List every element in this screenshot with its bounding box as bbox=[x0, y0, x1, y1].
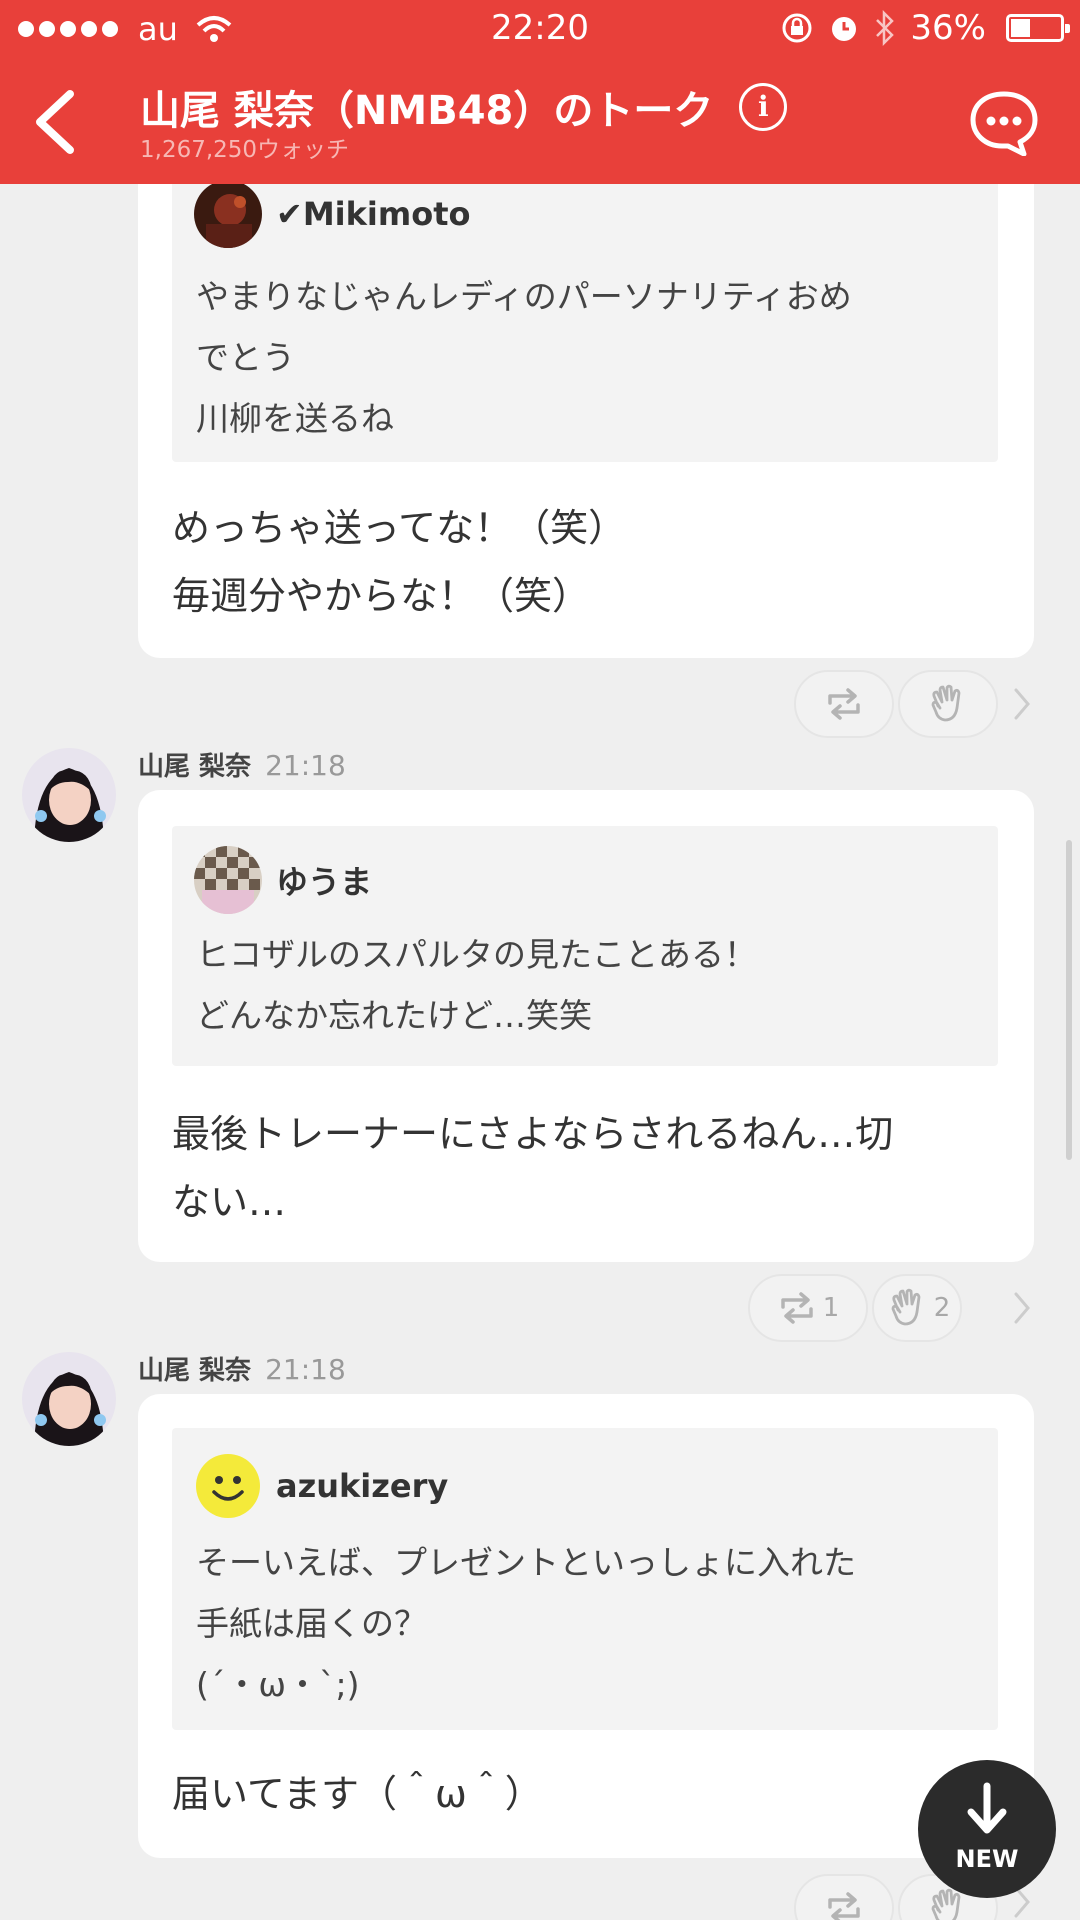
quoted-text: やまりなじゃんレディのパーソナリティおめ でとう 川柳を送るね bbox=[196, 277, 852, 438]
reply-text: 届いてます（＾ω＾） bbox=[172, 1772, 543, 1816]
message-time: 21:18 bbox=[265, 749, 346, 782]
clap-count: 2 bbox=[933, 1293, 951, 1323]
quoted-user-avatar bbox=[194, 1452, 262, 1520]
verified-check-icon: ✔ bbox=[276, 195, 303, 233]
info-icon[interactable]: i bbox=[739, 83, 788, 131]
back-button[interactable] bbox=[28, 82, 88, 162]
message-bubble: ✔Mikimoto やまりなじゃんレディのパーソナリティおめ でとう 川柳を送る… bbox=[138, 150, 1034, 658]
sender-name[interactable]: 山尾 梨奈 bbox=[138, 1350, 251, 1387]
reply-text: めっちゃ送ってな！（笑） 毎週分やからな！（笑） bbox=[172, 506, 627, 618]
page-title: 山尾 梨奈（NMB48）のトーク i bbox=[140, 78, 788, 136]
quoted-user: ゆうま bbox=[194, 846, 372, 914]
new-label: NEW bbox=[955, 1845, 1019, 1873]
message-time: 21:18 bbox=[265, 1353, 346, 1386]
quoted-text: ヒコザルのスパルタの見たことある！ どんなか忘れたけど…笑笑 bbox=[196, 935, 757, 1035]
repost-icon bbox=[828, 688, 860, 720]
retweet-button[interactable]: 1 bbox=[748, 1274, 868, 1342]
sender-info: 山尾 梨奈 21:18 bbox=[138, 746, 346, 783]
quoted-user: ✔Mikimoto bbox=[194, 180, 470, 248]
status-right: 36% bbox=[780, 8, 1070, 48]
clap-icon bbox=[891, 1288, 921, 1326]
retweet-button[interactable] bbox=[794, 1874, 894, 1920]
sender-avatar[interactable] bbox=[22, 1352, 116, 1446]
battery-percent: 36% bbox=[910, 8, 986, 48]
clap-button[interactable]: 2 bbox=[872, 1274, 962, 1342]
chevron-right-icon[interactable] bbox=[1012, 1290, 1032, 1326]
message-bubble: azukizery そーいえば、プレゼントといっしょに入れた 手紙は届くの？ (… bbox=[138, 1394, 1034, 1858]
scrollbar[interactable] bbox=[1066, 840, 1072, 1160]
chevron-left-icon bbox=[36, 90, 74, 154]
quoted-post: azukizery そーいえば、プレゼントといっしょに入れた 手紙は届くの？ (… bbox=[172, 1428, 998, 1730]
sender-name[interactable]: 山尾 梨奈 bbox=[138, 746, 251, 783]
quoted-user-avatar bbox=[194, 846, 262, 914]
quoted-user: azukizery bbox=[194, 1452, 448, 1520]
speech-bubble-icon bbox=[970, 91, 1038, 157]
sender-info: 山尾 梨奈 21:18 bbox=[138, 1350, 346, 1387]
quoted-user-name: ゆうま bbox=[276, 863, 373, 901]
repost-icon bbox=[780, 1292, 813, 1324]
app-header: au 22:20 36% 山尾 梨奈（NMB48）のトーク i 1,267,25… bbox=[0, 0, 1080, 184]
talk-title: 山尾 梨奈（NMB48）のトーク bbox=[140, 88, 714, 134]
rotation-lock-icon bbox=[782, 13, 812, 43]
quoted-user-name: ✔Mikimoto bbox=[276, 195, 471, 233]
retweet-button[interactable] bbox=[794, 670, 894, 738]
quoted-post: ✔Mikimoto やまりなじゃんレディのパーソナリティおめ でとう 川柳を送る… bbox=[172, 150, 998, 462]
retweet-count: 1 bbox=[822, 1293, 840, 1323]
battery-icon bbox=[1006, 14, 1070, 42]
quoted-text: そーいえば、プレゼントといっしょに入れた 手紙は届くの？ (´・ω・`;) bbox=[196, 1543, 856, 1704]
bluetooth-icon bbox=[876, 10, 895, 46]
status-bar: au 22:20 36% bbox=[0, 0, 1080, 58]
quoted-user-name: azukizery bbox=[276, 1467, 449, 1505]
repost-icon bbox=[828, 1892, 860, 1920]
watch-count: 1,267,250ウォッチ bbox=[140, 137, 350, 163]
message-bubble: ゆうま ヒコザルのスパルタの見たことある！ どんなか忘れたけど…笑笑 最後トレー… bbox=[138, 790, 1034, 1262]
alarm-icon bbox=[832, 17, 857, 41]
arrow-down-icon bbox=[967, 1782, 1007, 1834]
chat-button[interactable] bbox=[968, 90, 1040, 157]
new-messages-button[interactable]: NEW bbox=[918, 1760, 1056, 1898]
chevron-right-icon[interactable] bbox=[1012, 686, 1032, 722]
sender-avatar[interactable] bbox=[22, 748, 116, 842]
reply-text: 最後トレーナーにさよならされるねん…切 ない… bbox=[172, 1112, 894, 1224]
clap-button[interactable] bbox=[898, 670, 998, 738]
quoted-post: ゆうま ヒコザルのスパルタの見たことある！ どんなか忘れたけど…笑笑 bbox=[172, 826, 998, 1066]
quoted-user-avatar bbox=[194, 180, 262, 248]
clap-icon bbox=[931, 684, 961, 722]
